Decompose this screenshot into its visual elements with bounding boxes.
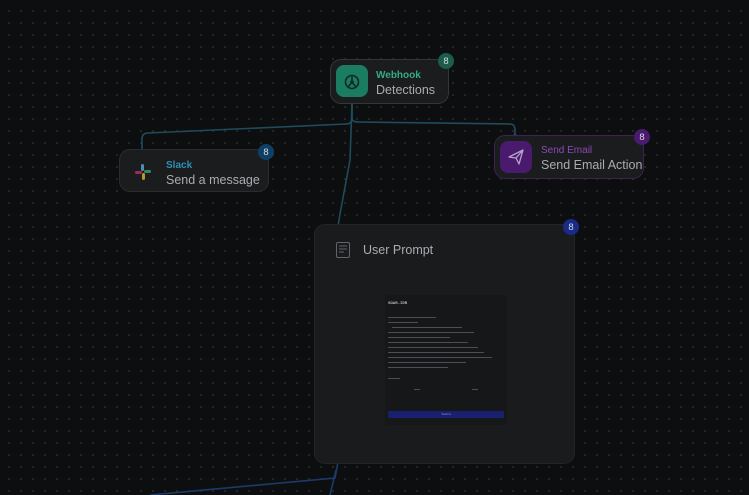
prompt-icon bbox=[336, 242, 350, 258]
slack-badge: 8 bbox=[258, 144, 274, 160]
send-email-label: Send Email Action bbox=[541, 158, 643, 172]
send-email-node[interactable]: Send Email Send Email Action bbox=[494, 135, 644, 179]
preview-submit-button: Submit bbox=[388, 411, 504, 418]
user-prompt-badge: 8 bbox=[563, 219, 579, 235]
preview-title: SOAR-IDR bbox=[388, 302, 408, 306]
webhook-type: Webhook bbox=[376, 70, 421, 81]
send-email-badge: 8 bbox=[634, 129, 650, 145]
user-prompt-node[interactable]: User Prompt SOAR-IDR Submit bbox=[314, 224, 575, 464]
edge-prompt-out-2 bbox=[329, 469, 337, 495]
slack-icon bbox=[127, 156, 159, 188]
webhook-icon bbox=[336, 65, 368, 97]
webhook-label: Detections bbox=[376, 83, 436, 97]
preview-form-lines bbox=[388, 317, 504, 390]
slack-label: Send a message bbox=[166, 173, 260, 187]
webhook-badge: 8 bbox=[438, 53, 454, 69]
slack-node[interactable]: Slack Send a message bbox=[119, 149, 269, 192]
slack-type: Slack bbox=[166, 160, 193, 171]
webhook-node[interactable]: Webhook Detections bbox=[330, 59, 449, 104]
send-email-type: Send Email bbox=[541, 145, 593, 156]
user-prompt-label: User Prompt bbox=[363, 243, 434, 257]
paper-plane-icon bbox=[500, 141, 532, 173]
edge-webhook-email bbox=[351, 104, 516, 136]
edge-prompt-out bbox=[149, 461, 339, 495]
edge-webhook-slack bbox=[141, 104, 353, 152]
form-preview: SOAR-IDR Submit bbox=[385, 295, 507, 425]
